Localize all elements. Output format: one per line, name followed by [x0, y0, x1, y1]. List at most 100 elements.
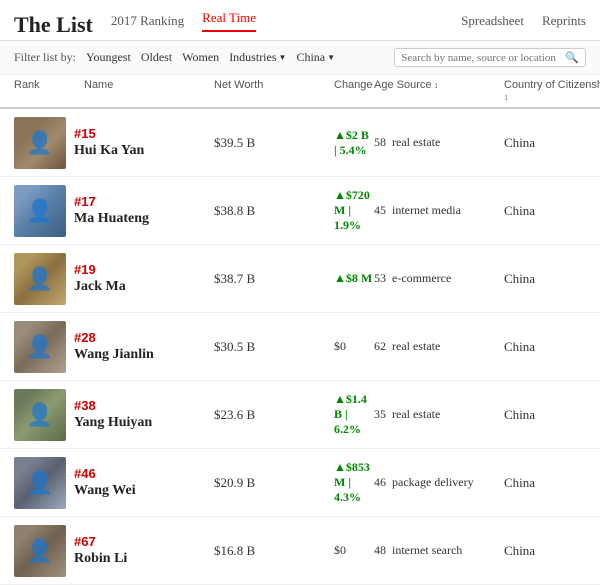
- table-row[interactable]: 👤 #15 Hui Ka Yan $39.5 B ▲$2 B | 5.4% 58…: [0, 109, 600, 177]
- col-name: Name: [84, 79, 214, 103]
- filter-label: Filter list by:: [14, 50, 76, 65]
- table-row[interactable]: 👤 #17 Ma Huateng $38.8 B ▲$720 M | 1.9% …: [0, 177, 600, 245]
- rank-name-block: #15 Hui Ka Yan: [74, 126, 144, 159]
- col-rank: Rank: [14, 79, 84, 103]
- age-source-cell: 35 real estate: [374, 407, 504, 422]
- age: 48: [374, 543, 386, 557]
- rank-name-block: #17 Ma Huateng: [74, 194, 149, 227]
- source: real estate: [392, 135, 440, 149]
- table-body: 👤 #15 Hui Ka Yan $39.5 B ▲$2 B | 5.4% 58…: [0, 109, 600, 585]
- country-cell: China: [504, 135, 600, 151]
- header-nav: 2017 Ranking Real Time: [111, 10, 256, 40]
- avatar: 👤: [14, 253, 66, 305]
- rank-name-cell: 👤 #38 Yang Huiyan: [14, 389, 214, 441]
- rank-number: #15: [74, 126, 144, 141]
- table-row[interactable]: 👤 #67 Robin Li $16.8 B $0 48 internet se…: [0, 517, 600, 585]
- net-worth-cell: $23.6 B: [214, 407, 334, 423]
- table-header: Rank Name Net Worth Change Age Source Co…: [0, 75, 600, 109]
- rank-number: #46: [74, 466, 136, 481]
- avatar-face: 👤: [14, 457, 66, 509]
- avatar: 👤: [14, 185, 66, 237]
- rank-name-block: #46 Wang Wei: [74, 466, 136, 499]
- filter-industries[interactable]: Industries: [229, 50, 286, 65]
- net-worth-cell: $16.8 B: [214, 543, 334, 559]
- rank-name-block: #28 Wang Jianlin: [74, 330, 154, 363]
- rank-name-cell: 👤 #17 Ma Huateng: [14, 185, 214, 237]
- country-cell: China: [504, 475, 600, 491]
- avatar-face: 👤: [14, 185, 66, 237]
- country-cell: China: [504, 203, 600, 219]
- rank-number: #67: [74, 534, 127, 549]
- age: 46: [374, 475, 386, 489]
- col-age-source: Age Source: [374, 79, 504, 103]
- spreadsheet-link[interactable]: Spreadsheet: [461, 13, 524, 29]
- age-source-cell: 45 internet media: [374, 203, 504, 218]
- filter-china[interactable]: China: [296, 50, 335, 65]
- change-cell: ▲$853 M | 4.3%: [334, 460, 374, 505]
- avatar-face: 👤: [14, 389, 66, 441]
- change-cell: ▲$8 M: [334, 271, 374, 286]
- rank-number: #17: [74, 194, 149, 209]
- filter-bar: Filter list by: Youngest Oldest Women In…: [0, 41, 600, 75]
- country-cell: China: [504, 407, 600, 423]
- change-cell: ▲$2 B | 5.4%: [334, 128, 374, 158]
- age: 58: [374, 135, 386, 149]
- rank-name-block: #38 Yang Huiyan: [74, 398, 152, 431]
- avatar: 👤: [14, 321, 66, 373]
- filter-oldest[interactable]: Oldest: [141, 50, 172, 65]
- filter-search-box[interactable]: 🔍: [394, 48, 586, 67]
- avatar-face: 👤: [14, 525, 66, 577]
- table-row[interactable]: 👤 #38 Yang Huiyan $23.6 B ▲$1.4 B | 6.2%…: [0, 381, 600, 449]
- col-networth: Net Worth: [214, 79, 334, 103]
- age-source-cell: 62 real estate: [374, 339, 504, 354]
- header: The List 2017 Ranking Real Time Spreadsh…: [0, 0, 600, 41]
- country-cell: China: [504, 271, 600, 287]
- avatar: 👤: [14, 117, 66, 169]
- avatar-face: 👤: [14, 253, 66, 305]
- table-row[interactable]: 👤 #28 Wang Jianlin $30.5 B $0 62 real es…: [0, 313, 600, 381]
- col-change: Change: [334, 79, 374, 103]
- source: real estate: [392, 407, 440, 421]
- person-name: Ma Huateng: [74, 211, 149, 227]
- net-worth-cell: $38.7 B: [214, 271, 334, 287]
- rank-name-cell: 👤 #28 Wang Jianlin: [14, 321, 214, 373]
- change-cell: $0: [334, 543, 374, 558]
- rank-name-cell: 👤 #46 Wang Wei: [14, 457, 214, 509]
- age-source-cell: 58 real estate: [374, 135, 504, 150]
- rank-name-cell: 👤 #19 Jack Ma: [14, 253, 214, 305]
- person-name: Robin Li: [74, 551, 127, 567]
- source: internet media: [392, 203, 461, 217]
- net-worth-cell: $30.5 B: [214, 339, 334, 355]
- source: e-commerce: [392, 271, 451, 285]
- avatar: 👤: [14, 389, 66, 441]
- person-name: Yang Huiyan: [74, 415, 152, 431]
- page-title: The List: [14, 12, 93, 38]
- country-cell: China: [504, 543, 600, 559]
- col-country: Country of Citizenship: [504, 79, 600, 103]
- source: internet search: [392, 543, 462, 557]
- age: 35: [374, 407, 386, 421]
- rank-number: #19: [74, 262, 126, 277]
- avatar-face: 👤: [14, 117, 66, 169]
- table-row[interactable]: 👤 #46 Wang Wei $20.9 B ▲$853 M | 4.3% 46…: [0, 449, 600, 517]
- filter-youngest[interactable]: Youngest: [86, 50, 131, 65]
- age-source-cell: 46 package delivery: [374, 475, 504, 490]
- rank-name-cell: 👤 #15 Hui Ka Yan: [14, 117, 214, 169]
- avatar: 👤: [14, 457, 66, 509]
- source: real estate: [392, 339, 440, 353]
- age: 62: [374, 339, 386, 353]
- avatar-face: 👤: [14, 321, 66, 373]
- rank-number: #38: [74, 398, 152, 413]
- age-source-cell: 53 e-commerce: [374, 271, 504, 286]
- reprints-link[interactable]: Reprints: [542, 13, 586, 29]
- rank-name-block: #67 Robin Li: [74, 534, 127, 567]
- filter-women[interactable]: Women: [182, 50, 219, 65]
- table-row[interactable]: 👤 #19 Jack Ma $38.7 B ▲$8 M 53 e-commerc…: [0, 245, 600, 313]
- nav-2017-ranking[interactable]: 2017 Ranking: [111, 13, 184, 29]
- search-input[interactable]: [401, 52, 561, 64]
- net-worth-cell: $39.5 B: [214, 135, 334, 151]
- search-icon: 🔍: [565, 51, 579, 64]
- person-name: Wang Jianlin: [74, 347, 154, 363]
- nav-real-time[interactable]: Real Time: [202, 10, 256, 32]
- age: 45: [374, 203, 386, 217]
